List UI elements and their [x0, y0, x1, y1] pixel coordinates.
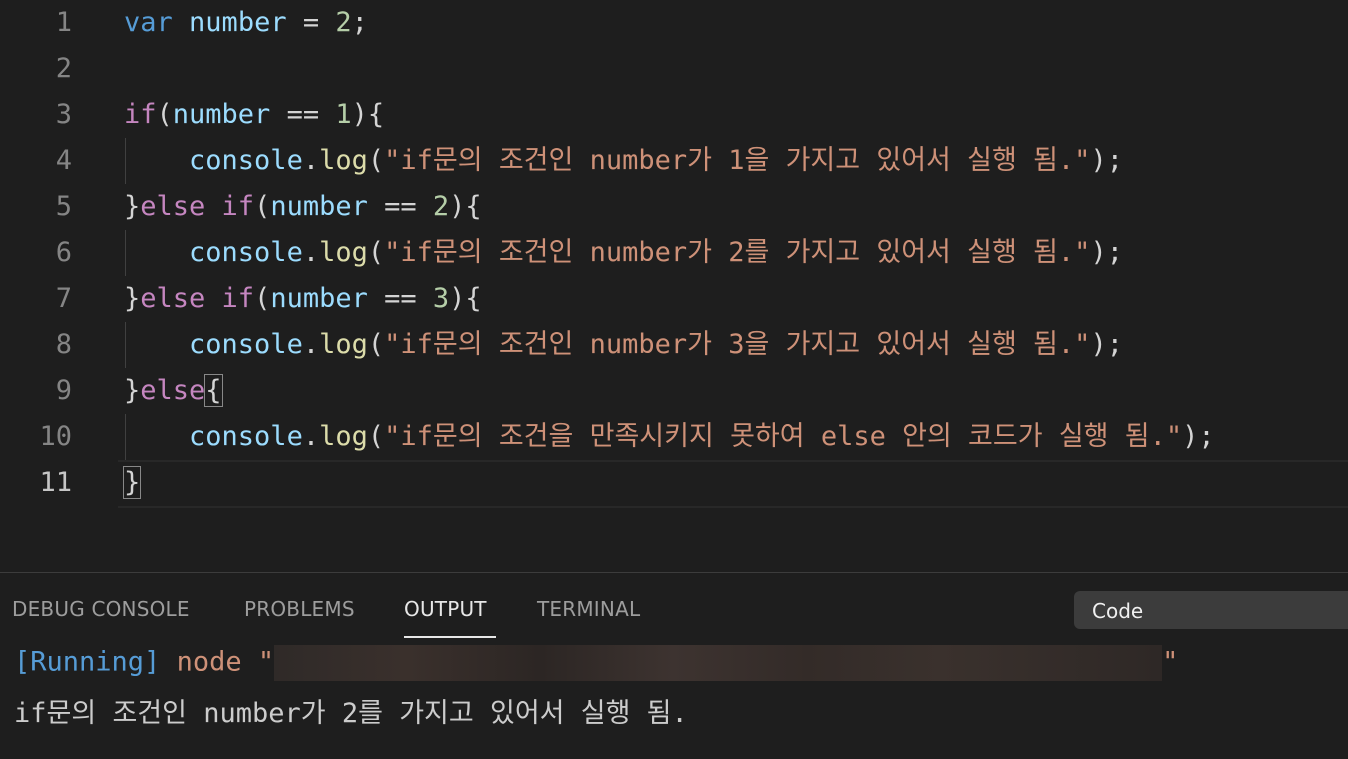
tab-terminal[interactable]: TERMINAL: [537, 597, 640, 621]
code-text: }else if(number == 3){: [124, 283, 482, 314]
code-text: if(number == 1){: [124, 99, 385, 130]
line-number: 6: [55, 237, 72, 268]
code-line-2[interactable]: 2: [0, 46, 1348, 92]
code-line-4[interactable]: 4 console.log("if문의 조건인 number가 1을 가지고 있…: [0, 138, 1348, 184]
tab-debug-console[interactable]: DEBUG CONSOLE: [12, 597, 190, 621]
code-line-7[interactable]: 7 }else if(number == 3){: [0, 276, 1348, 322]
bottom-panel: DEBUG CONSOLE PROBLEMS OUTPUT TERMINAL C…: [0, 572, 1348, 759]
code-text: }else if(number == 2){: [124, 191, 482, 222]
current-line-highlight: [118, 460, 1348, 508]
code-line-11[interactable]: 11 }: [0, 460, 1348, 508]
output-channel-label: Code: [1092, 599, 1144, 623]
code-line-10[interactable]: 10 console.log("if문의 조건을 만족시키지 못하여 else …: [0, 414, 1348, 460]
code-line-9[interactable]: 9 }else{: [0, 368, 1348, 414]
code-line-3[interactable]: 3 if(number == 1){: [0, 92, 1348, 138]
output-channel-select[interactable]: Code: [1074, 591, 1348, 629]
code-text: var number = 2;: [124, 7, 368, 38]
line-number: 9: [55, 375, 72, 406]
tab-output[interactable]: OUTPUT: [404, 597, 487, 621]
node-command: node ": [160, 646, 275, 678]
code-line-5[interactable]: 5 }else if(number == 2){: [0, 184, 1348, 230]
line-number: 10: [39, 421, 72, 452]
line-number: 7: [55, 283, 72, 314]
line-number: 1: [55, 7, 72, 38]
line-number: 5: [55, 191, 72, 222]
code-line-1[interactable]: 1 var number = 2;: [0, 0, 1348, 46]
code-text: console.log("if문의 조건인 number가 2를 가지고 있어서…: [189, 237, 1123, 268]
line-number: 2: [55, 53, 72, 84]
code-editor[interactable]: 1 var number = 2; 2 3 if(number == 1){ 4…: [0, 0, 1348, 572]
code-text: console.log("if문의 조건을 만족시키지 못하여 else 안의 …: [189, 421, 1215, 452]
matching-bracket: {: [204, 374, 223, 407]
active-tab-indicator: [404, 636, 496, 638]
code-line-8[interactable]: 8 console.log("if문의 조건인 number가 3을 가지고 있…: [0, 322, 1348, 368]
line-number: 11: [39, 467, 72, 498]
code-text: console.log("if문의 조건인 number가 1을 가지고 있어서…: [189, 145, 1123, 176]
line-number: 8: [55, 329, 72, 360]
panel-tabs: DEBUG CONSOLE PROBLEMS OUTPUT TERMINAL C…: [0, 573, 1348, 638]
redacted-path: [274, 645, 1163, 681]
output-running-line: [Running] node " ": [14, 645, 1178, 681]
matching-bracket: }: [122, 466, 142, 499]
code-text: }: [122, 460, 142, 506]
output-result-line: if문의 조건인 number가 2를 가지고 있어서 실행 됨.: [14, 698, 688, 729]
node-command-end: ": [1162, 646, 1179, 678]
running-label: [Running]: [14, 646, 161, 678]
code-text: console.log("if문의 조건인 number가 3을 가지고 있어서…: [189, 329, 1123, 360]
line-number: 3: [55, 99, 72, 130]
code-text: }else{: [124, 374, 223, 407]
code-line-6[interactable]: 6 console.log("if문의 조건인 number가 2를 가지고 있…: [0, 230, 1348, 276]
tab-problems[interactable]: PROBLEMS: [244, 597, 355, 621]
line-number: 4: [55, 145, 72, 176]
